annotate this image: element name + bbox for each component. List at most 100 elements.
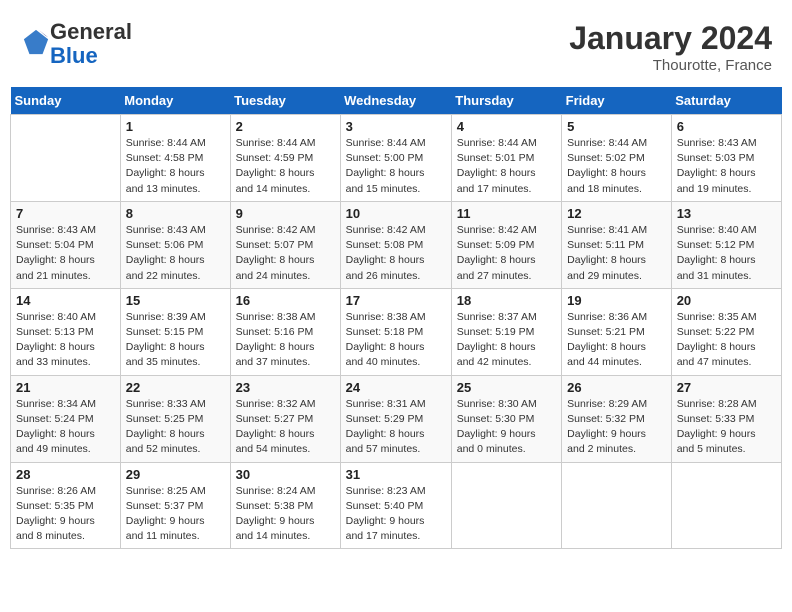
calendar-cell <box>11 115 121 202</box>
calendar-cell: 11Sunrise: 8:42 AMSunset: 5:09 PMDayligh… <box>451 201 561 288</box>
calendar-cell: 2 Sunrise: 8:44 AMSunset: 4:59 PMDaylight… <box>230 115 340 202</box>
month-year: January 2024 <box>569 20 772 57</box>
day-number: 3 <box>346 119 446 134</box>
day-detail: Sunrise: 8:44 AMSunset: 4:58 PMDaylight:… <box>126 136 225 197</box>
calendar-cell: 13Sunrise: 8:40 AMSunset: 5:12 PMDayligh… <box>671 201 781 288</box>
day-number: 30 <box>236 467 335 482</box>
calendar-cell: 7Sunrise: 8:43 AMSunset: 5:04 PMDaylight… <box>11 201 121 288</box>
day-detail: Sunrise: 8:31 AMSunset: 5:29 PMDaylight:… <box>346 397 446 458</box>
day-detail: Sunrise: 8:43 AMSunset: 5:03 PMDaylight:… <box>677 136 776 197</box>
calendar-cell: 5Sunrise: 8:44 AMSunset: 5:02 PMDaylight… <box>562 115 672 202</box>
day-detail: Sunrise: 8:38 AMSunset: 5:16 PMDaylight:… <box>236 310 335 371</box>
day-detail: Sunrise: 8:41 AMSunset: 5:11 PMDaylight:… <box>567 223 666 284</box>
calendar-week-row: 14 Sunrise: 8:40 AMSunset: 5:13 PMDayligh… <box>11 288 782 375</box>
day-detail: Sunrise: 8:39 AMSunset: 5:15 PMDaylight:… <box>126 310 225 371</box>
calendar-cell: 9 Sunrise: 8:42 AMSunset: 5:07 PMDaylight… <box>230 201 340 288</box>
day-number: 20 <box>677 293 776 308</box>
calendar-cell: 14 Sunrise: 8:40 AMSunset: 5:13 PMDayligh… <box>11 288 121 375</box>
day-number: 15 <box>126 293 225 308</box>
calendar-week-row: 7Sunrise: 8:43 AMSunset: 5:04 PMDaylight… <box>11 201 782 288</box>
day-number: 23 <box>236 380 335 395</box>
calendar-cell: 31Sunrise: 8:23 AMSunset: 5:40 PMDayligh… <box>340 462 451 549</box>
day-detail: Sunrise: 8:42 AMSunset: 5:07 PMDaylight:… <box>236 223 335 284</box>
logo-general-text: General <box>50 19 132 44</box>
day-number: 18 <box>457 293 556 308</box>
calendar-cell: 20 Sunrise: 8:35 AMSunset: 5:22 PMDayligh… <box>671 288 781 375</box>
calendar-cell: 3 Sunrise: 8:44 AMSunset: 5:00 PMDaylight… <box>340 115 451 202</box>
calendar-cell: 6 Sunrise: 8:43 AMSunset: 5:03 PMDaylight… <box>671 115 781 202</box>
calendar-cell: 24Sunrise: 8:31 AMSunset: 5:29 PMDayligh… <box>340 375 451 462</box>
calendar-cell: 29 Sunrise: 8:25 AMSunset: 5:37 PMDayligh… <box>120 462 230 549</box>
day-detail: Sunrise: 8:37 AMSunset: 5:19 PMDaylight:… <box>457 310 556 371</box>
day-detail: Sunrise: 8:28 AMSunset: 5:33 PMDaylight:… <box>677 397 776 458</box>
calendar-cell: 26Sunrise: 8:29 AMSunset: 5:32 PMDayligh… <box>562 375 672 462</box>
calendar-cell: 15 Sunrise: 8:39 AMSunset: 5:15 PMDayligh… <box>120 288 230 375</box>
day-number: 14 <box>16 293 115 308</box>
calendar-cell: 8 Sunrise: 8:43 AMSunset: 5:06 PMDaylight… <box>120 201 230 288</box>
day-detail: Sunrise: 8:44 AMSunset: 4:59 PMDaylight:… <box>236 136 335 197</box>
day-number: 19 <box>567 293 666 308</box>
day-detail: Sunrise: 8:35 AMSunset: 5:22 PMDaylight:… <box>677 310 776 371</box>
day-detail: Sunrise: 8:40 AMSunset: 5:13 PMDaylight:… <box>16 310 115 371</box>
calendar-cell: 23 Sunrise: 8:32 AMSunset: 5:27 PMDayligh… <box>230 375 340 462</box>
logo-blue-text: Blue <box>50 43 98 68</box>
calendar-cell: 17 Sunrise: 8:38 AMSunset: 5:18 PMDayligh… <box>340 288 451 375</box>
calendar-cell: 4Sunrise: 8:44 AMSunset: 5:01 PMDaylight… <box>451 115 561 202</box>
day-number: 12 <box>567 206 666 221</box>
calendar-cell: 21 Sunrise: 8:34 AMSunset: 5:24 PMDayligh… <box>11 375 121 462</box>
calendar: SundayMondayTuesdayWednesdayThursdayFrid… <box>10 87 782 549</box>
day-detail: Sunrise: 8:30 AMSunset: 5:30 PMDaylight:… <box>457 397 556 458</box>
day-detail: Sunrise: 8:33 AMSunset: 5:25 PMDaylight:… <box>126 397 225 458</box>
calendar-cell <box>671 462 781 549</box>
calendar-cell: 30Sunrise: 8:24 AMSunset: 5:38 PMDayligh… <box>230 462 340 549</box>
weekday-header-tuesday: Tuesday <box>230 87 340 115</box>
weekday-header-thursday: Thursday <box>451 87 561 115</box>
day-number: 8 <box>126 206 225 221</box>
weekday-header-saturday: Saturday <box>671 87 781 115</box>
calendar-cell: 16Sunrise: 8:38 AMSunset: 5:16 PMDayligh… <box>230 288 340 375</box>
calendar-cell: 12 Sunrise: 8:41 AMSunset: 5:11 PMDayligh… <box>562 201 672 288</box>
location: Thourotte, France <box>569 57 772 74</box>
day-number: 5 <box>567 119 666 134</box>
calendar-week-row: 28Sunrise: 8:26 AMSunset: 5:35 PMDayligh… <box>11 462 782 549</box>
calendar-week-row: 21 Sunrise: 8:34 AMSunset: 5:24 PMDayligh… <box>11 375 782 462</box>
day-detail: Sunrise: 8:38 AMSunset: 5:18 PMDaylight:… <box>346 310 446 371</box>
day-number: 11 <box>457 206 556 221</box>
day-number: 2 <box>236 119 335 134</box>
calendar-cell <box>451 462 561 549</box>
day-number: 25 <box>457 380 556 395</box>
calendar-cell: 25 Sunrise: 8:30 AMSunset: 5:30 PMDayligh… <box>451 375 561 462</box>
header: General Blue January 2024 Thourotte, Fra… <box>10 10 782 79</box>
day-detail: Sunrise: 8:32 AMSunset: 5:27 PMDaylight:… <box>236 397 335 458</box>
day-detail: Sunrise: 8:36 AMSunset: 5:21 PMDaylight:… <box>567 310 666 371</box>
day-number: 10 <box>346 206 446 221</box>
weekday-header-friday: Friday <box>562 87 672 115</box>
weekday-header-sunday: Sunday <box>11 87 121 115</box>
logo-icon <box>22 28 50 56</box>
day-number: 29 <box>126 467 225 482</box>
calendar-cell: 19 Sunrise: 8:36 AMSunset: 5:21 PMDayligh… <box>562 288 672 375</box>
day-detail: Sunrise: 8:43 AMSunset: 5:06 PMDaylight:… <box>126 223 225 284</box>
calendar-cell: 22 Sunrise: 8:33 AMSunset: 5:25 PMDayligh… <box>120 375 230 462</box>
calendar-cell: 18 Sunrise: 8:37 AMSunset: 5:19 PMDayligh… <box>451 288 561 375</box>
day-detail: Sunrise: 8:26 AMSunset: 5:35 PMDaylight:… <box>16 484 115 545</box>
day-detail: Sunrise: 8:44 AMSunset: 5:00 PMDaylight:… <box>346 136 446 197</box>
day-number: 27 <box>677 380 776 395</box>
weekday-header-row: SundayMondayTuesdayWednesdayThursdayFrid… <box>11 87 782 115</box>
day-number: 31 <box>346 467 446 482</box>
calendar-cell: 10Sunrise: 8:42 AMSunset: 5:08 PMDayligh… <box>340 201 451 288</box>
day-number: 9 <box>236 206 335 221</box>
day-number: 21 <box>16 380 115 395</box>
calendar-cell: 1Sunrise: 8:44 AMSunset: 4:58 PMDaylight… <box>120 115 230 202</box>
day-number: 17 <box>346 293 446 308</box>
calendar-week-row: 1Sunrise: 8:44 AMSunset: 4:58 PMDaylight… <box>11 115 782 202</box>
day-detail: Sunrise: 8:34 AMSunset: 5:24 PMDaylight:… <box>16 397 115 458</box>
day-detail: Sunrise: 8:25 AMSunset: 5:37 PMDaylight:… <box>126 484 225 545</box>
day-number: 6 <box>677 119 776 134</box>
day-detail: Sunrise: 8:43 AMSunset: 5:04 PMDaylight:… <box>16 223 115 284</box>
day-number: 13 <box>677 206 776 221</box>
weekday-header-monday: Monday <box>120 87 230 115</box>
day-number: 22 <box>126 380 225 395</box>
title-block: January 2024 Thourotte, France <box>569 20 772 74</box>
calendar-cell <box>562 462 672 549</box>
